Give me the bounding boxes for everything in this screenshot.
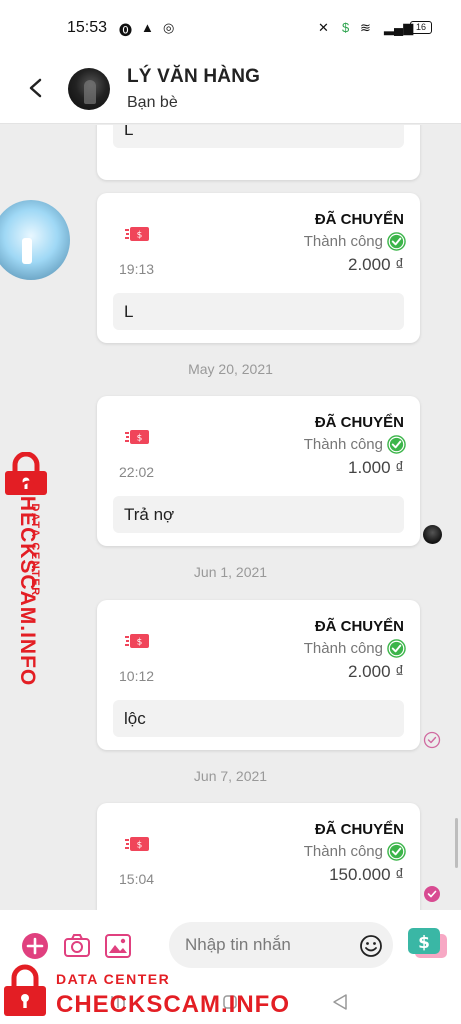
chat-scrollbar[interactable] bbox=[455, 818, 458, 868]
transfer-amount: 150.000 ₫ bbox=[329, 865, 404, 884]
status-bar: 15:53 ⓿ ▲ ◎ ✕ $ ≋ ▂▄▆ 16 bbox=[0, 0, 461, 54]
transfer-amount: 2.000 ₫ bbox=[348, 255, 404, 274]
svg-text:$: $ bbox=[137, 231, 143, 241]
chat-area[interactable]: L $ ĐÃ CHUYỂN Thành công 19:13 2.000 ₫ L… bbox=[0, 125, 461, 910]
success-check-icon bbox=[387, 232, 406, 251]
signal-icon: ▂▄▆ bbox=[384, 20, 414, 35]
transfer-time: 22:02 bbox=[119, 464, 155, 480]
transfer-status: Thành công bbox=[304, 435, 406, 454]
transfer-note: L bbox=[113, 125, 404, 148]
sent-check-icon bbox=[424, 886, 440, 902]
money-app-icon: $ bbox=[342, 20, 350, 35]
transfer-card[interactable]: $ ĐÃ CHUYỂN Thành công 10:12 2.000 ₫ lộc bbox=[97, 600, 420, 750]
transfer-note: Trả nợ bbox=[113, 496, 404, 533]
date-separator: May 20, 2021 bbox=[188, 361, 273, 377]
transfer-title: ĐÃ CHUYỂN bbox=[314, 821, 404, 838]
messenger-icon: ◎ bbox=[163, 20, 175, 35]
transfer-status: Thành công bbox=[304, 842, 406, 861]
data-saver-icon: ⓿ bbox=[119, 23, 133, 38]
wifi-icon: ≋ bbox=[360, 20, 371, 35]
contact-relationship: Bạn bè bbox=[127, 94, 178, 111]
transfer-status: Thành công bbox=[304, 232, 406, 251]
transfer-money-icon: $ bbox=[125, 837, 149, 851]
contact-name[interactable]: LÝ VĂN HÀNG bbox=[127, 66, 260, 88]
watermark-subtext: DATA CENTER bbox=[29, 503, 41, 597]
transfer-status: Thành công bbox=[304, 639, 406, 658]
svg-text:$: $ bbox=[137, 434, 143, 444]
success-check-icon bbox=[387, 639, 406, 658]
seen-avatar bbox=[423, 525, 442, 544]
transfer-note: L bbox=[113, 293, 404, 330]
transfer-note: lộc bbox=[113, 700, 404, 737]
transfer-amount: 1.000 ₫ bbox=[348, 458, 404, 477]
date-separator: Jun 7, 2021 bbox=[193, 768, 268, 784]
svg-text:$: $ bbox=[137, 638, 143, 648]
transfer-status-text: Thành công bbox=[303, 233, 383, 250]
emoji-button[interactable] bbox=[359, 934, 383, 958]
transfer-time: 10:12 bbox=[119, 668, 155, 684]
transfer-title: ĐÃ CHUYỂN bbox=[314, 414, 404, 431]
back-button[interactable] bbox=[22, 74, 50, 102]
transfer-money-icon: $ bbox=[125, 430, 149, 444]
transfer-amount: 2.000 ₫ bbox=[348, 662, 404, 681]
success-check-icon bbox=[387, 842, 406, 861]
transfer-status-text: Thành công bbox=[303, 843, 383, 860]
delivered-check-icon bbox=[423, 731, 441, 749]
message-input-bar: $ bbox=[0, 910, 461, 980]
transfer-time: 19:13 bbox=[119, 261, 155, 277]
status-time: 15:53 bbox=[67, 19, 108, 36]
transfer-status-text: Thành công bbox=[303, 436, 383, 453]
sender-avatar[interactable] bbox=[0, 200, 70, 280]
date-separator: Jun 1, 2021 bbox=[193, 564, 268, 580]
back-nav-icon[interactable] bbox=[326, 988, 354, 1016]
camera-button[interactable] bbox=[63, 932, 91, 960]
svg-text:$: $ bbox=[137, 841, 143, 851]
battery-icon: 16 bbox=[410, 21, 432, 34]
transfer-time: 15:04 bbox=[119, 871, 155, 887]
success-check-icon bbox=[387, 435, 406, 454]
warning-icon: ▲ bbox=[141, 20, 154, 35]
transfer-card[interactable]: $ ĐÃ CHUYỂN Thành công 22:02 1.000 ₫ Trả… bbox=[97, 396, 420, 546]
transfer-money-icon: $ bbox=[125, 634, 149, 648]
watermark-text: CHECKSCAM.INFO bbox=[56, 991, 290, 1018]
mute-icon: ✕ bbox=[318, 20, 329, 35]
transfer-title: ĐÃ CHUYỂN bbox=[314, 211, 404, 228]
transfer-card[interactable]: L bbox=[97, 125, 420, 180]
watermark-lock-icon bbox=[4, 964, 46, 1016]
watermark-subtext: DATA CENTER bbox=[56, 971, 171, 987]
transfer-card[interactable]: $ ĐÃ CHUYỂN Thành công 15:04 150.000 ₫ bbox=[97, 803, 420, 910]
svg-text:$: $ bbox=[418, 933, 430, 953]
transfer-card[interactable]: $ ĐÃ CHUYỂN Thành công 19:13 2.000 ₫ L bbox=[97, 193, 420, 343]
transfer-status-text: Thành công bbox=[303, 640, 383, 657]
transfer-title: ĐÃ CHUYỂN bbox=[314, 618, 404, 635]
gallery-button[interactable] bbox=[104, 932, 132, 960]
send-money-button[interactable]: $ bbox=[405, 926, 449, 964]
chat-header: LÝ VĂN HÀNG Bạn bè bbox=[0, 54, 461, 124]
add-button[interactable] bbox=[21, 932, 49, 960]
transfer-money-icon: $ bbox=[125, 227, 149, 241]
contact-avatar[interactable] bbox=[68, 68, 110, 110]
